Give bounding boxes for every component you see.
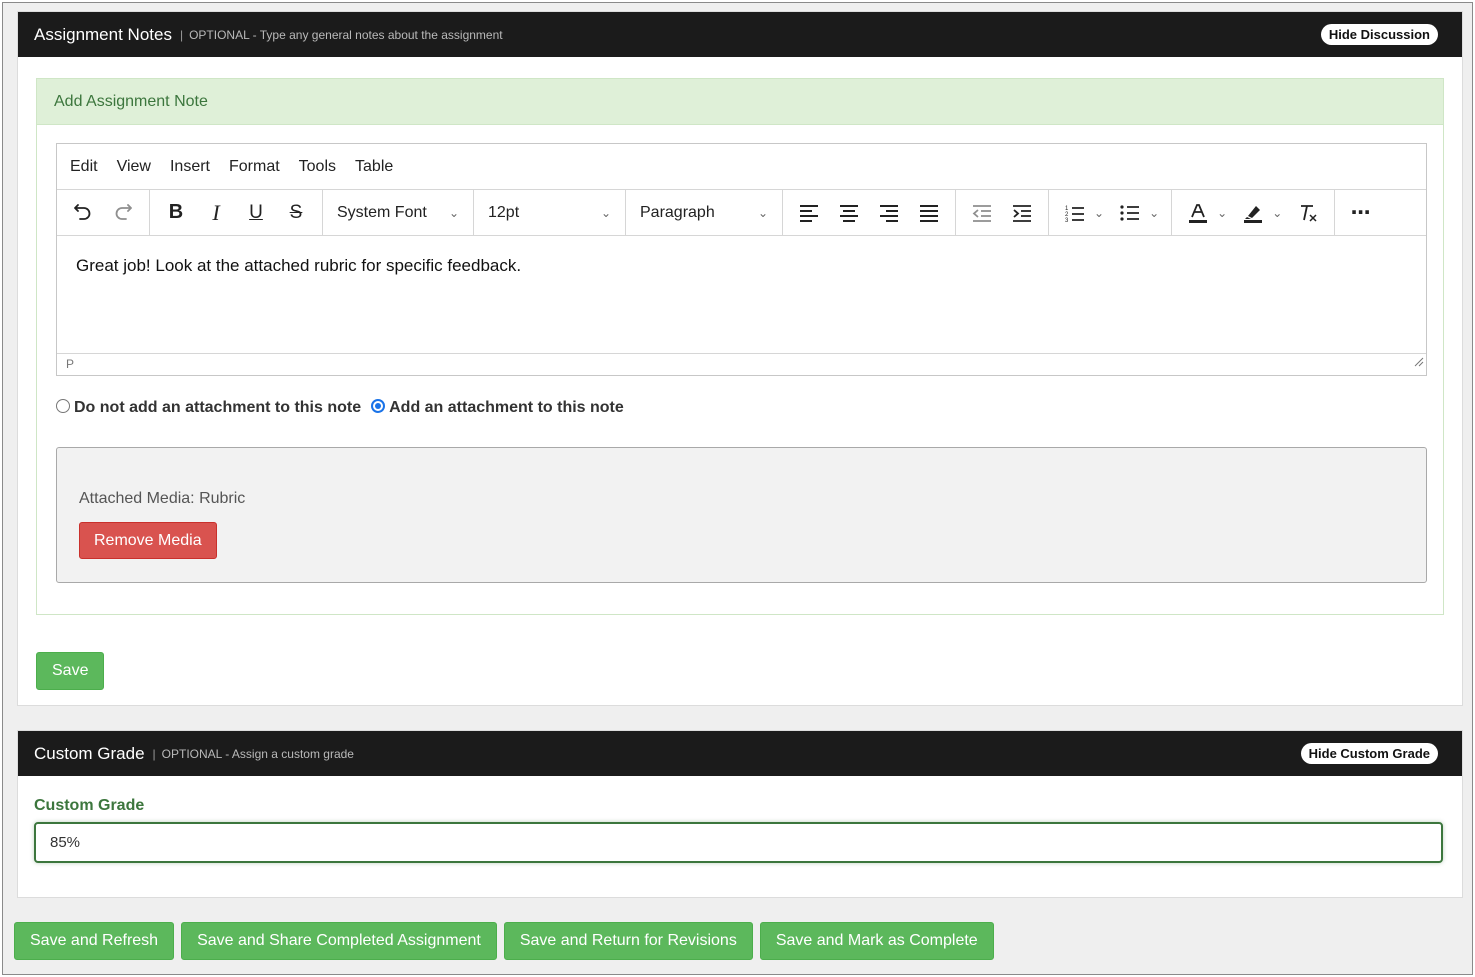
add-note-box: Add Assignment Note Edit View Insert For…: [36, 78, 1444, 615]
custom-grade-input[interactable]: [34, 822, 1443, 863]
menu-table[interactable]: Table: [355, 158, 393, 176]
numbered-list-split: 123 ⌄: [1055, 196, 1110, 230]
block-format-select[interactable]: Paragraph ⌄: [632, 196, 776, 230]
alignment-group: [783, 189, 956, 236]
resize-handle-icon[interactable]: [1414, 353, 1424, 373]
attached-media-label: Attached Media: Rubric: [79, 490, 246, 507]
font-family-select[interactable]: System Font ⌄: [329, 196, 467, 230]
font-size-select[interactable]: 12pt ⌄: [480, 196, 619, 230]
assignment-notes-header: Assignment Notes | OPTIONAL - Type any g…: [18, 12, 1462, 57]
font-family-value: System Font: [337, 203, 427, 221]
bullet-list-icon[interactable]: [1113, 196, 1147, 230]
editor-menubar: Edit View Insert Format Tools Table: [57, 144, 1426, 190]
hide-discussion-button[interactable]: Hide Discussion: [1320, 24, 1438, 45]
chevron-down-icon[interactable]: ⌄: [1094, 206, 1104, 220]
menu-format[interactable]: Format: [229, 158, 280, 176]
attachment-options: Do not add an attachment to this note Ad…: [56, 399, 634, 417]
panel-hint: OPTIONAL - Type any general notes about …: [189, 27, 503, 42]
no-attachment-label[interactable]: Do not add an attachment to this note: [74, 399, 361, 417]
title-separator: |: [152, 746, 156, 761]
page-frame: Assignment Notes | OPTIONAL - Type any g…: [2, 2, 1473, 975]
indent-icon[interactable]: [1005, 196, 1039, 230]
custom-grade-panel: Custom Grade | OPTIONAL - Assign a custo…: [17, 730, 1463, 898]
undo-icon[interactable]: [66, 196, 100, 230]
color-group: ⌄ ⌄: [1172, 189, 1336, 236]
chevron-down-icon[interactable]: ⌄: [1272, 206, 1282, 220]
chevron-down-icon[interactable]: ⌄: [1217, 206, 1227, 220]
history-group: [57, 189, 150, 236]
editor-toolbar: B I U S System Font ⌄ 12pt ⌄ Paragraph ⌄…: [57, 189, 1426, 236]
align-justify-icon[interactable]: [912, 196, 946, 230]
menu-insert[interactable]: Insert: [170, 158, 210, 176]
chevron-down-icon[interactable]: ⌄: [1149, 206, 1159, 220]
action-bar: Save and Refresh Save and Share Complete…: [14, 922, 1001, 960]
italic-icon[interactable]: I: [199, 196, 233, 230]
add-attachment-radio[interactable]: [371, 399, 386, 413]
add-note-heading: Add Assignment Note: [37, 79, 1443, 125]
title-separator: |: [179, 27, 184, 42]
align-right-icon[interactable]: [872, 196, 906, 230]
font-size-group: 12pt ⌄: [474, 189, 626, 236]
chevron-down-icon: ⌄: [448, 205, 459, 220]
editor-statusbar: P: [57, 354, 1426, 375]
save-note-button[interactable]: Save: [36, 652, 105, 690]
editor-content[interactable]: Great job! Look at the attached rubric f…: [57, 236, 1426, 354]
remove-media-button[interactable]: Remove Media: [79, 522, 217, 559]
font-family-group: System Font ⌄: [323, 189, 474, 236]
custom-grade-label: Custom Grade: [34, 797, 145, 814]
text-style-group: B I U S: [150, 189, 323, 236]
menu-tools[interactable]: Tools: [299, 158, 336, 176]
save-and-refresh-button[interactable]: Save and Refresh: [14, 922, 175, 960]
strikethrough-icon[interactable]: S: [279, 196, 313, 230]
menu-view[interactable]: View: [117, 158, 151, 176]
no-attachment-radio[interactable]: [56, 399, 70, 413]
save-and-complete-button[interactable]: Save and Mark as Complete: [759, 922, 994, 960]
indent-group: [956, 189, 1049, 236]
note-text: Great job! Look at the attached rubric f…: [76, 256, 522, 275]
save-and-return-button[interactable]: Save and Return for Revisions: [503, 922, 753, 960]
panel-title: Assignment Notes: [34, 24, 172, 44]
custom-grade-header: Custom Grade | OPTIONAL - Assign a custo…: [18, 731, 1462, 776]
attached-media-box: Attached Media: Rubric Remove Media: [56, 447, 1427, 583]
highlighter-icon[interactable]: [1236, 196, 1270, 230]
align-left-icon[interactable]: [792, 196, 826, 230]
text-color-split: ⌄: [1178, 196, 1233, 230]
more-options-icon[interactable]: ⋯: [1344, 196, 1378, 230]
more-group: ⋯: [1335, 190, 1387, 236]
save-and-share-button[interactable]: Save and Share Completed Assignment: [181, 922, 497, 960]
redo-icon[interactable]: [106, 196, 140, 230]
panel-hint: OPTIONAL - Assign a custom grade: [161, 746, 354, 761]
panel-title: Custom Grade: [34, 743, 145, 763]
chevron-down-icon: ⌄: [757, 205, 768, 220]
menu-edit[interactable]: Edit: [70, 158, 98, 176]
element-path[interactable]: P: [66, 357, 74, 371]
outdent-icon[interactable]: [965, 196, 999, 230]
align-center-icon[interactable]: [832, 196, 866, 230]
rich-text-editor: Edit View Insert Format Tools Table B I …: [56, 143, 1427, 376]
numbered-list-icon[interactable]: 123: [1058, 196, 1092, 230]
underline-icon[interactable]: U: [239, 196, 273, 230]
block-format-group: Paragraph ⌄: [626, 189, 783, 236]
block-format-value: Paragraph: [640, 203, 715, 221]
add-attachment-label[interactable]: Add an attachment to this note: [389, 399, 624, 417]
font-size-value: 12pt: [488, 203, 520, 221]
chevron-down-icon: ⌄: [600, 205, 611, 220]
clear-formatting-icon[interactable]: [1291, 196, 1325, 230]
text-color-icon[interactable]: [1181, 196, 1215, 230]
highlight-color-split: ⌄: [1233, 196, 1288, 230]
list-group: 123 ⌄ ⌄: [1049, 189, 1173, 236]
bold-icon[interactable]: B: [159, 196, 193, 230]
bullet-list-split: ⌄: [1110, 196, 1165, 230]
assignment-notes-panel: Assignment Notes | OPTIONAL - Type any g…: [17, 11, 1463, 706]
svg-text:3: 3: [1065, 218, 1069, 222]
hide-custom-grade-button[interactable]: Hide Custom Grade: [1300, 743, 1438, 764]
